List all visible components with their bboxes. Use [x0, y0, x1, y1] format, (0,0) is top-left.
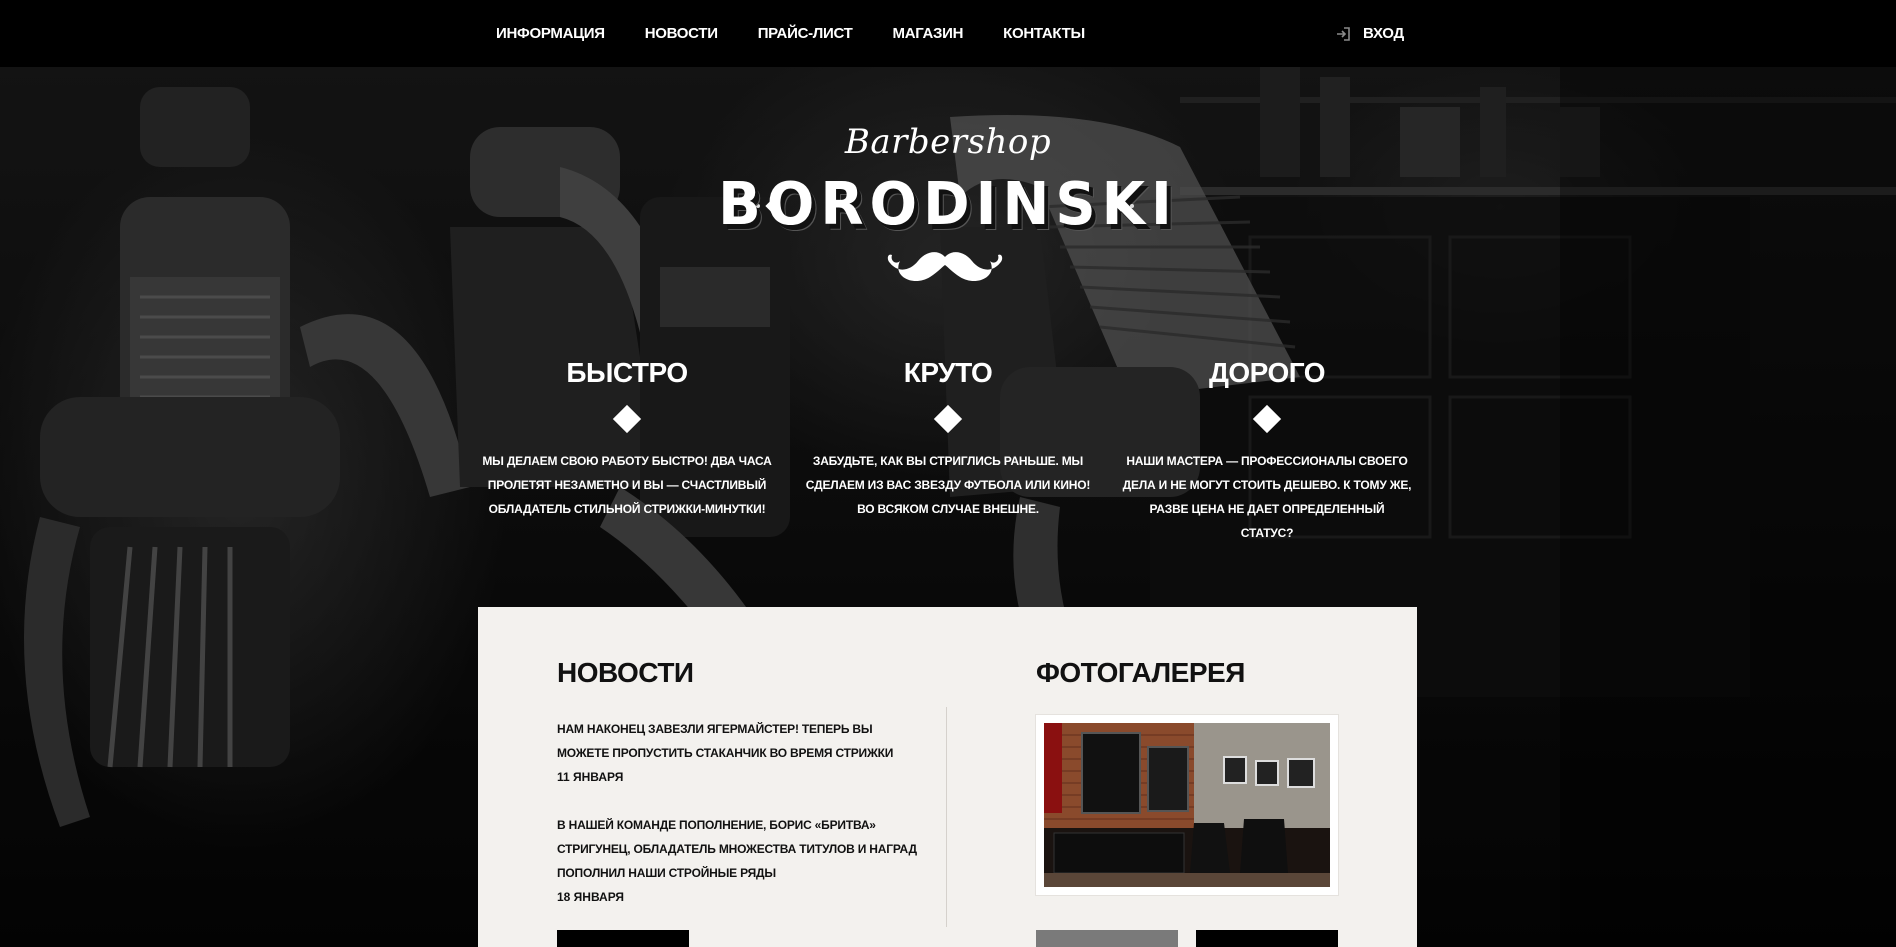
feature-expensive: ДОРОГО НАШИ МАСТЕРА — ПРОФЕССИОНАЛЫ СВОЕ…: [1122, 357, 1412, 545]
news-item[interactable]: В НАШЕЙ КОМАНДЕ ПОПОЛНЕНИЕ, БОРИС «БРИТВ…: [557, 813, 917, 909]
gallery-prev-button[interactable]: [1036, 930, 1178, 947]
logo-script-text: Barbershop: [844, 122, 1052, 162]
nav-item-info[interactable]: ИНФОРМАЦИЯ: [496, 25, 605, 42]
nav-item-shop[interactable]: МАГАЗИН: [893, 25, 964, 42]
top-navigation-bar: ИНФОРМАЦИЯ НОВОСТИ ПРАЙС-ЛИСТ МАГАЗИН КО…: [0, 0, 1896, 67]
login-link[interactable]: ВХОД: [1335, 0, 1404, 67]
diamond-icon: [1252, 404, 1282, 434]
nav-item-news[interactable]: НОВОСТИ: [645, 25, 718, 42]
feature-title: БЫСТРО: [566, 357, 688, 388]
feature-text: МЫ ДЕЛАЕМ СВОЮ РАБОТУ БЫСТРО! ДВА ЧАСА П…: [482, 454, 772, 516]
nav-item-price-list[interactable]: ПРАЙС-ЛИСТ: [758, 25, 853, 42]
feature-cool: КРУТО ЗАБУДЬТЕ, КАК ВЫ СТРИГЛИСЬ РАНЬШЕ.…: [803, 357, 1093, 521]
news-item-text: НАМ НАКОНЕЦ ЗАВЕЗЛИ ЯГЕРМАЙСТЕР! ТЕПЕРЬ …: [557, 722, 894, 760]
news-list: НАМ НАКОНЕЦ ЗАВЕЗЛИ ЯГЕРМАЙСТЕР! ТЕПЕРЬ …: [557, 717, 917, 933]
main-nav: ИНФОРМАЦИЯ НОВОСТИ ПРАЙС-ЛИСТ МАГАЗИН КО…: [496, 0, 1085, 67]
diamond-icon: [612, 404, 642, 434]
logo-title: BORODINSKI: [718, 170, 1178, 239]
login-label: ВХОД: [1363, 25, 1404, 42]
gallery-photo: [1044, 723, 1330, 887]
feature-fast: БЫСТРО МЫ ДЕЛАЕМ СВОЮ РАБОТУ БЫСТРО! ДВА…: [482, 357, 772, 521]
feature-title: ДОРОГО: [1208, 357, 1326, 388]
diamond-icon: [933, 404, 963, 434]
gallery-photo-frame[interactable]: [1036, 715, 1338, 895]
feature-text: НАШИ МАСТЕРА — ПРОФЕССИОНАЛЫ СВОЕГО ДЕЛА…: [1122, 454, 1412, 540]
all-news-button[interactable]: [557, 930, 689, 947]
nav-item-contacts[interactable]: КОНТАКТЫ: [1003, 25, 1085, 42]
news-item-date: 11 ЯНВАРЯ: [557, 770, 624, 784]
feature-title: КРУТО: [903, 357, 993, 388]
logo-right-dot: [1130, 204, 1134, 208]
news-section-title: НОВОСТИ: [557, 657, 694, 688]
news-item-text: В НАШЕЙ КОМАНДЕ ПОПОЛНЕНИЕ, БОРИС «БРИТВ…: [557, 818, 917, 880]
gallery-next-button[interactable]: [1196, 930, 1338, 947]
content-card: НОВОСТИ НАМ НАКОНЕЦ ЗАВЕЗЛИ ЯГЕРМАЙСТЕР!…: [478, 607, 1417, 947]
sign-in-icon: [1337, 26, 1350, 41]
feature-text: ЗАБУДЬТЕ, КАК ВЫ СТРИГЛИСЬ РАНЬШЕ. МЫ СД…: [805, 454, 1091, 516]
section-divider: [946, 707, 947, 927]
news-item[interactable]: НАМ НАКОНЕЦ ЗАВЕЗЛИ ЯГЕРМАЙСТЕР! ТЕПЕРЬ …: [557, 717, 917, 789]
mustache-icon: [887, 252, 1003, 282]
news-item-date: 18 ЯНВАРЯ: [557, 890, 625, 904]
gallery-section-title: ФОТОГАЛЕРЕЯ: [1036, 657, 1245, 688]
